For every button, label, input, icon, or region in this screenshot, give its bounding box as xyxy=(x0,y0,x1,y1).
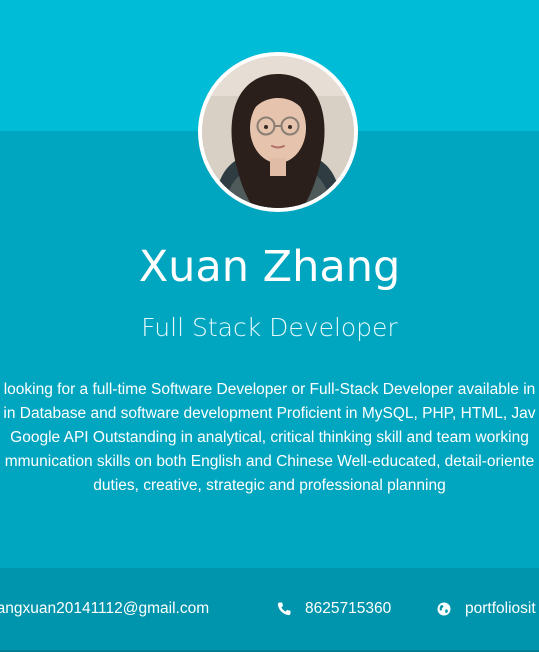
profile-photo-illustration xyxy=(202,56,354,208)
phone-link[interactable]: 8625715360 xyxy=(276,599,391,619)
bio-line: duties, creative, strategic and professi… xyxy=(93,477,446,494)
profile-name: Xuan Zhang xyxy=(138,242,401,292)
profile-photo xyxy=(202,56,354,208)
website-url: portfoliosit xyxy=(465,600,536,617)
email-address: hangxuan20141112@gmail.com xyxy=(0,600,210,617)
phone-number: 8625715360 xyxy=(305,600,392,617)
contact-bar: hangxuan20141112@gmail.com 8625715360 po… xyxy=(0,568,539,650)
bio-line: in Database and software development Pro… xyxy=(3,405,536,422)
avatar xyxy=(198,52,358,212)
profile-bio: looking for a full-time Software Develop… xyxy=(0,378,539,498)
globe-icon xyxy=(437,602,451,616)
website-link[interactable]: portfoliosit xyxy=(436,599,536,619)
bio-line: looking for a full-time Software Develop… xyxy=(3,381,536,398)
profile-page: Xuan Zhang Full Stack Developer looking … xyxy=(0,0,539,652)
bio-line: mmunication skills on both English and C… xyxy=(4,453,535,470)
profile-title: Full Stack Developer xyxy=(141,313,398,342)
email-link[interactable]: hangxuan20141112@gmail.com xyxy=(0,599,209,619)
phone-icon xyxy=(277,602,291,616)
bio-line: Google API Outstanding in analytical, cr… xyxy=(10,429,529,446)
